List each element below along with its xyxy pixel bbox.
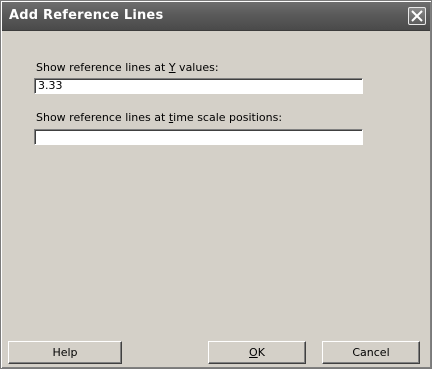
title-bar: Add Reference Lines	[2, 2, 430, 31]
dialog-window: Add Reference Lines Show reference lines…	[0, 0, 432, 369]
help-button[interactable]: Help	[8, 341, 122, 364]
cancel-button[interactable]: Cancel	[322, 341, 420, 364]
time-positions-input[interactable]	[34, 129, 363, 145]
dialog-title: Add Reference Lines	[9, 8, 164, 23]
y-values-input[interactable]: 3.33	[34, 78, 363, 94]
ok-button[interactable]: OK	[208, 341, 306, 364]
time-positions-label: Show reference lines at time scale posit…	[36, 111, 283, 124]
close-icon	[411, 10, 423, 22]
dialog-body: Show reference lines at Y values: 3.33 S…	[4, 32, 428, 365]
close-button[interactable]	[408, 7, 426, 25]
y-values-label: Show reference lines at Y values:	[36, 61, 219, 74]
